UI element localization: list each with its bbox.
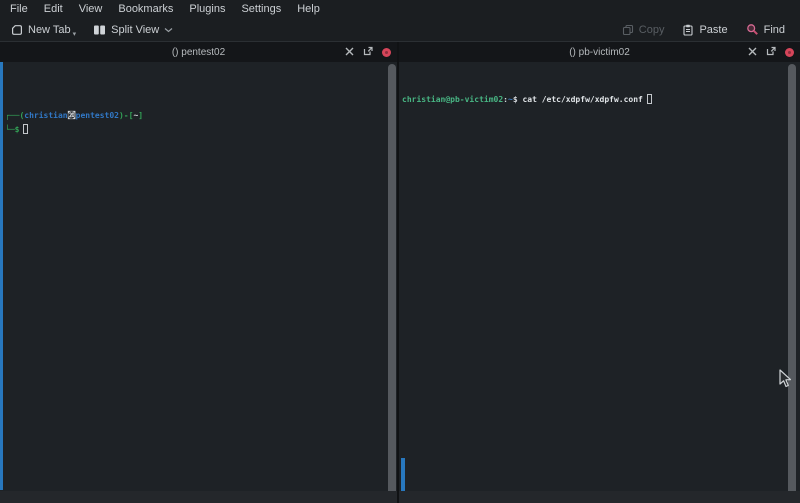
terminal-pb-victim02[interactable]: christian@pb-victim02:~$ cat /etc/xdpfw/… xyxy=(399,62,800,503)
terminal-bottom-margin xyxy=(399,491,800,503)
toolbar: New Tab ▾ Split View Copy xyxy=(0,18,800,42)
copy-icon xyxy=(622,24,634,36)
menu-file[interactable]: File xyxy=(2,2,36,16)
new-tab-dropdown-caret[interactable]: ▾ xyxy=(73,30,77,38)
menu-settings[interactable]: Settings xyxy=(233,2,289,16)
maximize-view-icon[interactable] xyxy=(748,43,757,61)
copy-button: Copy xyxy=(615,22,672,38)
terminal-cursor xyxy=(23,124,28,134)
find-label: Find xyxy=(764,24,785,36)
prompt-user-host: christian@pb-victim02 xyxy=(402,95,503,104)
pane-pentest02: () pentest02 ┌──(chris xyxy=(0,42,397,503)
terminal-output: christian@pb-victim02:~$ cat /etc/xdpfw/… xyxy=(399,90,800,107)
pane-header-pentest02[interactable]: () pentest02 xyxy=(0,42,397,62)
pane-pb-victim02: () pb-victim02 christian@pb-v xyxy=(399,42,800,503)
paste-button[interactable]: Paste xyxy=(675,22,734,38)
terminal-output: ┌──(christian㉉pentest02)-[~] └─$ xyxy=(0,104,397,137)
detach-view-icon[interactable] xyxy=(766,43,776,61)
prompt-dollar: $ xyxy=(513,95,523,104)
split-view-chevron-icon xyxy=(164,27,173,33)
close-view-button[interactable] xyxy=(382,48,391,57)
typed-command: cat /etc/xdpfw/xdpfw.conf xyxy=(522,95,642,104)
scrollbar-right-pane[interactable] xyxy=(788,64,796,497)
pane-header-pb-victim02[interactable]: () pb-victim02 xyxy=(399,42,800,62)
scrollbar-left-pane[interactable] xyxy=(388,64,396,497)
menu-view[interactable]: View xyxy=(71,2,111,16)
split-view-label: Split View xyxy=(111,24,159,36)
pane-title-pentest02: () pentest02 xyxy=(0,47,397,58)
menu-help[interactable]: Help xyxy=(289,2,328,16)
detach-view-icon[interactable] xyxy=(363,43,373,61)
focus-indicator-bar xyxy=(0,62,3,490)
prompt-frame-close: ] xyxy=(138,111,143,120)
scroll-position-indicator xyxy=(401,458,405,491)
terminal-bottom-margin xyxy=(0,491,397,503)
menu-plugins[interactable]: Plugins xyxy=(181,2,233,16)
prompt-frame-bottom: └─$ xyxy=(5,125,19,134)
prompt-frame-mid: )-[ xyxy=(119,111,133,120)
prompt-host: pentest02 xyxy=(76,111,119,120)
new-tab-label: New Tab xyxy=(28,24,71,36)
menu-bookmarks[interactable]: Bookmarks xyxy=(110,2,181,16)
maximize-view-icon[interactable] xyxy=(345,43,354,61)
menu-bar: File Edit View Bookmarks Plugins Setting… xyxy=(0,0,800,18)
split-view-button[interactable]: Split View xyxy=(86,22,180,38)
paste-label: Paste xyxy=(699,24,727,36)
new-tab-button[interactable]: New Tab ▾ xyxy=(4,22,86,38)
menu-edit[interactable]: Edit xyxy=(36,2,71,16)
prompt-at-symbol: ㉉ xyxy=(68,111,76,120)
new-tab-icon xyxy=(11,24,23,36)
find-button[interactable]: Find xyxy=(739,21,792,38)
terminal-cursor xyxy=(647,94,652,104)
terminal-pentest02[interactable]: ┌──(christian㉉pentest02)-[~] └─$ xyxy=(0,62,397,503)
prompt-user: christian xyxy=(24,111,67,120)
split-view-icon xyxy=(93,24,106,36)
pane-title-pb-victim02: () pb-victim02 xyxy=(399,47,800,58)
prompt-frame-top: ┌──( xyxy=(5,111,24,120)
close-view-button[interactable] xyxy=(785,48,794,57)
paste-icon xyxy=(682,24,694,36)
find-icon xyxy=(746,23,759,36)
copy-label: Copy xyxy=(639,24,665,36)
split-view-container: () pentest02 ┌──(chris xyxy=(0,42,800,503)
